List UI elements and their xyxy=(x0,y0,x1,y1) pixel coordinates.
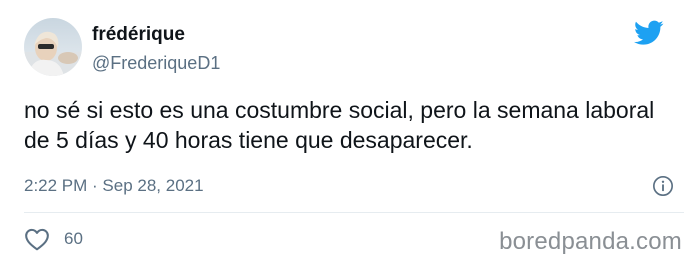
twitter-bird-icon[interactable] xyxy=(634,20,664,46)
heart-outline-icon xyxy=(25,228,49,251)
like-count: 60 xyxy=(64,229,83,248)
tweet-timestamp[interactable]: 2:22 PM · Sep 28, 2021 xyxy=(24,176,204,196)
user-handle[interactable]: @FrederiqueD1 xyxy=(92,52,220,74)
user-avatar[interactable] xyxy=(24,18,82,76)
info-circle-icon[interactable] xyxy=(652,175,674,197)
display-name[interactable]: frédérique xyxy=(92,24,185,46)
tweet-text: no sé si esto es una costumbre social, p… xyxy=(24,97,655,153)
tweet-card: frédérique @FrederiqueD1 no sé si esto e… xyxy=(0,0,700,264)
watermark: boredpanda.com xyxy=(499,228,682,255)
divider xyxy=(24,212,684,213)
avatar-image xyxy=(24,18,82,76)
like-button[interactable]: 60 xyxy=(24,227,83,251)
